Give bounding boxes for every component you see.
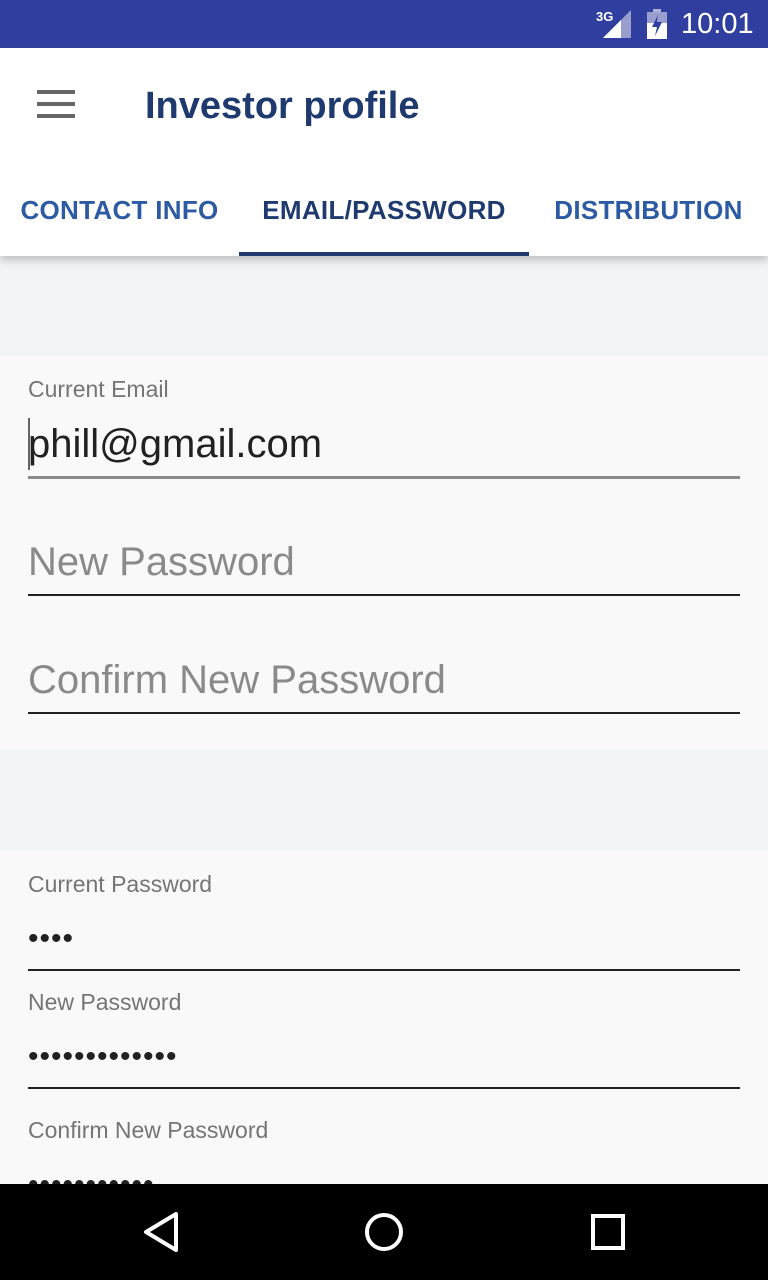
confirm-new-password-label: Confirm New Password	[28, 1117, 269, 1143]
current-email-underline	[28, 476, 740, 479]
recents-square-icon[interactable]	[584, 1212, 632, 1252]
email-section: Current Email phill@gmail.com New Passwo…	[0, 356, 768, 750]
hamburger-menu-icon[interactable]	[24, 76, 88, 132]
current-email-label: Current Email	[28, 376, 169, 402]
battery-charging-icon	[647, 9, 667, 39]
system-nav-bar	[0, 1184, 768, 1280]
page-title: Investor profile	[145, 85, 420, 127]
signal-icon	[603, 10, 631, 38]
current-password-underline	[28, 969, 740, 971]
new-password-masked-field[interactable]: •••••••••••••	[28, 1040, 178, 1074]
new-password-field[interactable]: New Password	[28, 540, 295, 585]
tab-email-password[interactable]: EMAIL/PASSWORD	[239, 184, 529, 256]
app-bar: Investor profile CONTACT INFO EMAIL/PASS…	[0, 48, 768, 256]
confirm-new-password-field[interactable]: Confirm New Password	[28, 658, 446, 703]
new-password-masked-underline	[28, 1087, 740, 1089]
text-cursor	[28, 418, 30, 470]
active-tab-indicator	[239, 252, 529, 256]
section-spacer	[0, 750, 768, 850]
home-circle-icon[interactable]	[360, 1212, 408, 1252]
current-email-field[interactable]: phill@gmail.com	[28, 422, 322, 467]
tab-bar: CONTACT INFO EMAIL/PASSWORD DISTRIBUTION	[0, 184, 768, 256]
section-spacer	[0, 256, 768, 356]
current-password-label: Current Password	[28, 871, 213, 897]
current-password-field[interactable]: ••••	[28, 922, 74, 956]
back-triangle-icon[interactable]	[138, 1212, 186, 1252]
tab-distribution[interactable]: DISTRIBUTION	[529, 184, 768, 256]
new-password-label: New Password	[28, 989, 182, 1015]
confirm-new-password-underline	[28, 712, 740, 714]
tab-contact-info[interactable]: CONTACT INFO	[0, 184, 239, 256]
new-password-underline	[28, 594, 740, 596]
clock: 10:01	[681, 8, 754, 40]
password-section: Current Password •••• New Password •••••…	[0, 850, 768, 1184]
status-bar: 3G 10:01	[0, 0, 768, 48]
confirm-new-password-masked-field[interactable]: •••••••••••	[28, 1168, 155, 1184]
